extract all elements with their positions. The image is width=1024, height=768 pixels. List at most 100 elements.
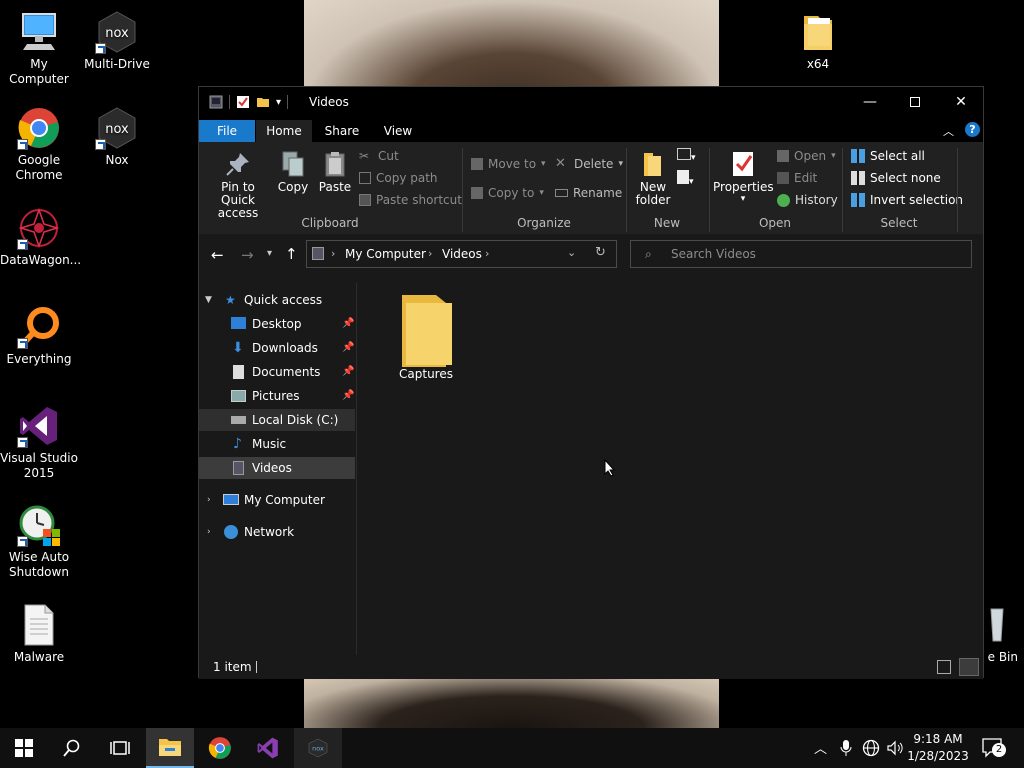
copy-button[interactable]: Copy (275, 150, 311, 194)
pin-label-line1: Pin to Quick (221, 180, 255, 207)
nav-pictures[interactable]: Pictures 📌 (199, 385, 355, 407)
ribbon-separator (626, 148, 627, 232)
breadcrumb-videos[interactable]: Videos (442, 247, 482, 261)
large-icons-view-icon[interactable] (959, 658, 979, 676)
collapse-ribbon-icon[interactable]: ︿ (943, 123, 954, 139)
nav-music[interactable]: ♪ Music (199, 433, 355, 455)
up-button[interactable]: ↑ (285, 245, 298, 263)
open-button[interactable]: Open ▾ (777, 146, 836, 166)
wallpaper-photo-bottom (304, 678, 719, 728)
task-view-button[interactable] (96, 728, 144, 768)
show-hidden-icons-button[interactable]: ︿ (814, 738, 827, 757)
ribbon-tabs: File Home Share View ︿ ? (199, 117, 983, 142)
new-item-button[interactable]: ▾ (677, 148, 696, 163)
edit-button[interactable]: Edit (777, 168, 817, 188)
start-button[interactable] (0, 728, 48, 768)
group-label-select: Select (880, 216, 918, 230)
speaker-volume-icon[interactable] (886, 739, 904, 761)
title-bar[interactable]: ▾ Videos — ✕ (199, 87, 983, 117)
desktop-icon-wise-auto-shutdown[interactable]: Wise Auto Shutdown (0, 503, 78, 580)
desktop-icon-google-chrome[interactable]: Google Chrome (0, 106, 78, 183)
nav-network[interactable]: › Network (199, 521, 355, 543)
select-none-button[interactable]: Select none (851, 168, 941, 188)
nav-local-disk[interactable]: Local Disk (C:) (199, 409, 355, 431)
nav-label: Desktop (252, 317, 302, 331)
help-icon[interactable]: ? (965, 122, 980, 137)
pin-icon[interactable]: 📌 (342, 390, 354, 401)
properties-check-icon[interactable] (236, 95, 250, 109)
desktop-icon-datawagon[interactable]: DataWagon... (0, 206, 81, 268)
desktop-icon-x64[interactable]: x64 (779, 10, 857, 72)
cut-button[interactable]: ✂ Cut (359, 146, 399, 166)
new-folder-button[interactable]: New folder (633, 150, 673, 207)
desktop-icon-nox[interactable]: nox Nox (78, 106, 156, 168)
pin-to-quick-access-button[interactable]: Pin to Quick access (205, 150, 271, 220)
properties-button[interactable]: Properties ▾ (713, 150, 774, 204)
microphone-icon[interactable] (840, 739, 852, 757)
breadcrumb-my-computer[interactable]: My Computer (345, 247, 426, 261)
copy-path-button[interactable]: Copy path (359, 168, 438, 188)
desktop-icon-my-computer[interactable]: My Computer (0, 10, 78, 87)
address-history-dropdown[interactable]: ⌄ (567, 246, 576, 259)
maximize-button[interactable] (892, 87, 938, 117)
recent-locations-button[interactable]: ▾ (267, 248, 272, 259)
nav-videos[interactable]: Videos (199, 457, 355, 479)
tab-share[interactable]: Share (317, 120, 367, 142)
qat-dropdown-icon[interactable]: ▾ (276, 97, 281, 108)
search-button[interactable] (48, 728, 96, 768)
nav-documents[interactable]: Documents 📌 (199, 361, 355, 383)
history-button[interactable]: History (777, 190, 838, 210)
desktop-icon-label: Google Chrome (15, 153, 63, 182)
item-count: 1 item (213, 660, 252, 674)
search-input[interactable]: ⌕ Search Videos (630, 240, 972, 268)
nav-my-computer[interactable]: › My Computer (199, 489, 355, 511)
action-center-button[interactable]: 2 (982, 738, 1006, 762)
move-to-button[interactable]: Move to ▾ (471, 154, 546, 174)
copy-to-button[interactable]: Copy to ▾ (471, 183, 544, 203)
invert-selection-button[interactable]: Invert selection (851, 190, 963, 210)
rename-button[interactable]: Rename (555, 183, 622, 203)
tab-home[interactable]: Home (256, 120, 312, 142)
nav-label: Local Disk (C:) (252, 413, 339, 427)
minimize-button[interactable]: — (847, 87, 893, 117)
clock[interactable]: 9:18 AM 1/28/2023 (906, 731, 970, 765)
new-folder-icon[interactable] (256, 95, 270, 109)
details-view-icon[interactable] (937, 660, 951, 674)
nav-downloads[interactable]: ⬇ Downloads 📌 (199, 337, 355, 359)
network-globe-icon[interactable] (862, 739, 880, 761)
forward-button[interactable]: → (241, 246, 254, 264)
tab-file[interactable]: File (199, 120, 255, 142)
new-folder-icon (644, 153, 661, 176)
folder-item-captures[interactable]: Captures (387, 291, 465, 381)
ribbon-separator (957, 148, 958, 232)
nav-quick-access[interactable]: ▼ ★ Quick access (199, 289, 355, 311)
tab-view[interactable]: View (373, 120, 423, 142)
taskbar-visual-studio[interactable] (244, 728, 292, 768)
back-button[interactable]: ← (211, 246, 224, 264)
paste-shortcut-label: Paste shortcut (376, 193, 462, 207)
drive-icon (231, 416, 246, 424)
desktop-icon-malware[interactable]: Malware (0, 603, 78, 665)
paste-button[interactable]: Paste (317, 150, 353, 194)
close-button[interactable]: ✕ (938, 87, 984, 117)
history-label: History (795, 193, 838, 207)
dropdown-arrow-icon: ▾ (618, 159, 623, 169)
paste-shortcut-button[interactable]: Paste shortcut (359, 190, 462, 210)
taskbar-nox[interactable]: nox (294, 728, 342, 768)
select-all-button[interactable]: Select all (851, 146, 925, 166)
address-bar[interactable]: › My Computer › Videos › ⌄ ↻ (306, 240, 617, 268)
desktop-icon-visual-studio[interactable]: Visual Studio 2015 (0, 404, 78, 481)
video-folder-icon (209, 95, 223, 109)
nav-desktop[interactable]: Desktop 📌 (199, 313, 355, 335)
paste-icon (325, 152, 345, 177)
refresh-icon[interactable]: ↻ (595, 245, 606, 260)
delete-button[interactable]: ✕ Delete ▾ (555, 154, 623, 174)
easy-access-button[interactable]: ▾ (677, 170, 694, 187)
pin-icon[interactable]: 📌 (342, 366, 354, 377)
taskbar-chrome[interactable] (196, 728, 244, 768)
taskbar-file-explorer[interactable] (146, 728, 194, 768)
pin-icon[interactable]: 📌 (342, 318, 354, 329)
desktop-icon-multi-drive[interactable]: nox Multi-Drive (78, 10, 156, 72)
desktop-icon-everything[interactable]: Everything (0, 305, 78, 367)
pin-icon[interactable]: 📌 (342, 342, 354, 353)
